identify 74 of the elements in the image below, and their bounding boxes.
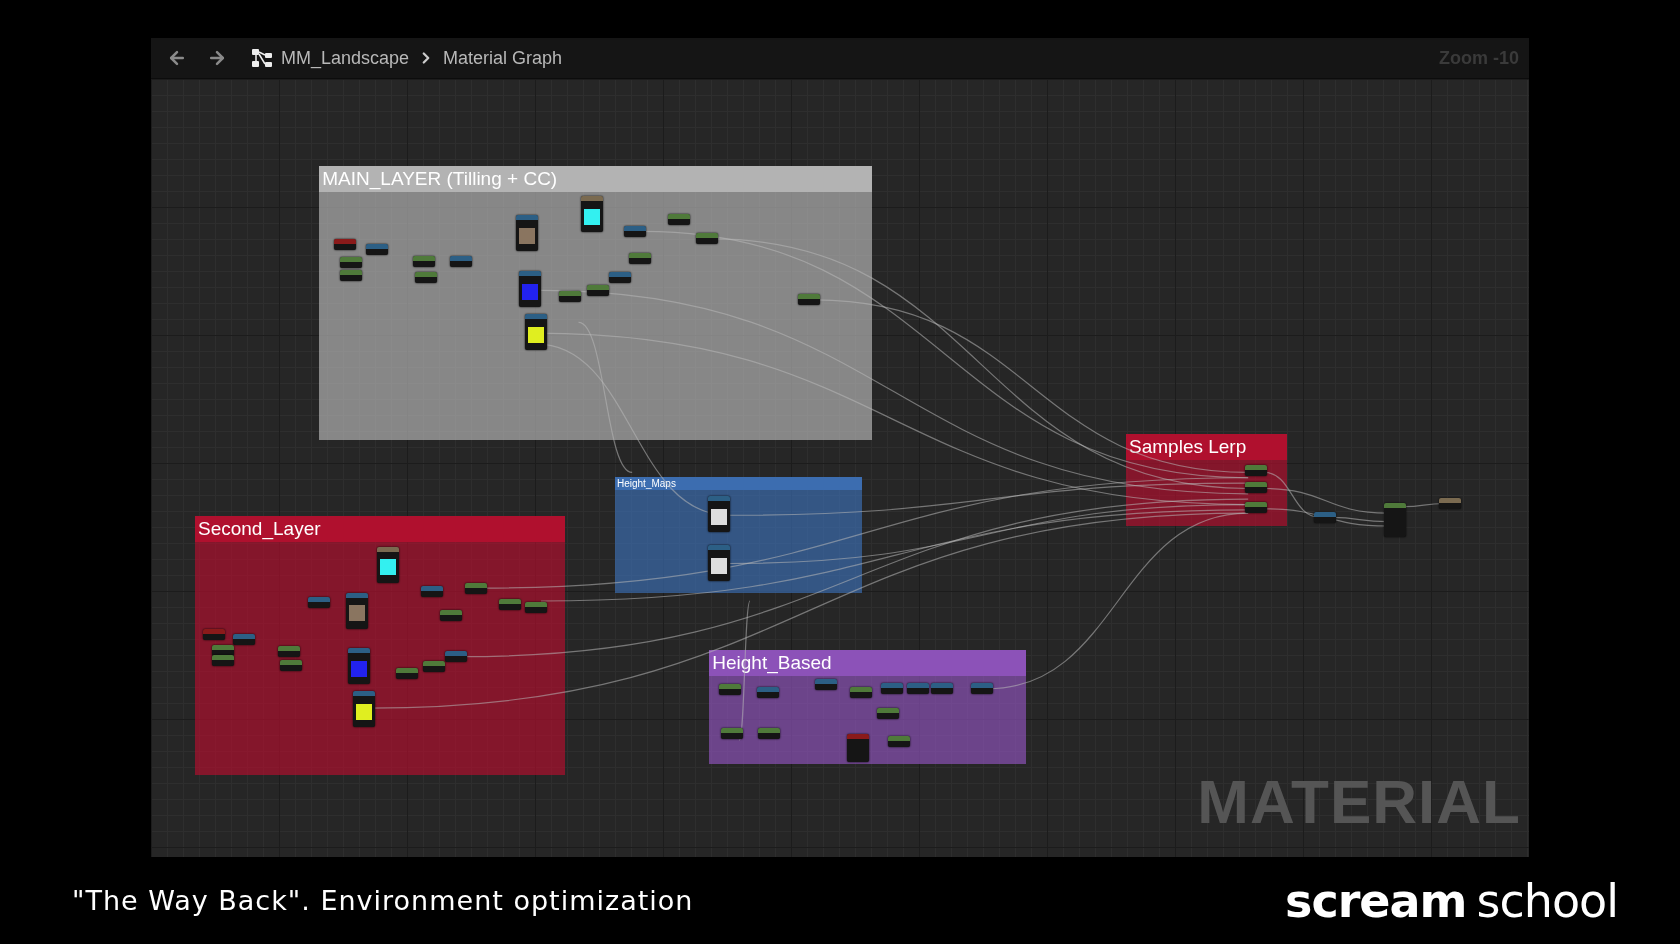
graph-node[interactable] — [1314, 511, 1337, 523]
comment-header[interactable]: Height_Maps — [614, 476, 863, 490]
left-arrow-icon — [167, 48, 187, 68]
graph-node[interactable] — [609, 271, 632, 283]
graph-node[interactable] — [449, 255, 472, 267]
graph-node[interactable] — [499, 598, 521, 610]
graph-node[interactable] — [1438, 498, 1461, 509]
comment-header[interactable]: Second_Layer — [195, 516, 565, 543]
graph-node[interactable] — [278, 645, 301, 657]
graph-node[interactable] — [340, 269, 363, 281]
graph-node[interactable] — [707, 545, 730, 582]
graph-node[interactable] — [850, 686, 873, 698]
graph-node[interactable] — [971, 683, 994, 695]
graph-node[interactable] — [881, 683, 904, 695]
graph-node[interactable] — [815, 679, 838, 691]
breadcrumb-link[interactable]: Material Graph — [443, 47, 563, 69]
graph-node[interactable] — [334, 238, 356, 250]
graph-node[interactable] — [516, 215, 539, 252]
graph-node[interactable] — [758, 728, 781, 740]
right-arrow-icon — [207, 48, 227, 68]
graph-node[interactable] — [445, 651, 468, 663]
graph-node[interactable] — [415, 271, 438, 283]
graph-type-label: MATERIAL — [1197, 766, 1521, 837]
comment-box[interactable]: Samples Lerp — [1126, 433, 1287, 526]
graph-node[interactable] — [696, 233, 719, 245]
graph-node[interactable] — [280, 659, 303, 671]
graph-node[interactable] — [847, 733, 870, 762]
comment-box[interactable]: Height_Maps — [614, 476, 863, 594]
graph-node[interactable] — [907, 683, 930, 695]
graph-node[interactable] — [376, 546, 399, 583]
graph-node[interactable] — [396, 668, 419, 680]
graph-node[interactable] — [586, 284, 609, 296]
graph-node[interactable] — [519, 271, 542, 308]
graph-node[interactable] — [668, 214, 691, 226]
graph-node[interactable] — [422, 660, 445, 672]
graph-node[interactable] — [345, 592, 368, 629]
graph-node[interactable] — [440, 610, 463, 622]
comment-box[interactable]: Height_Based — [709, 650, 1027, 764]
graph-node[interactable] — [1244, 464, 1267, 476]
graph-node[interactable] — [524, 601, 547, 613]
graph-node[interactable] — [581, 196, 604, 233]
graph-node[interactable] — [353, 691, 376, 728]
graph-node[interactable] — [887, 735, 910, 747]
graph-node[interactable] — [366, 244, 389, 256]
graph-node[interactable] — [1244, 481, 1267, 493]
graph-node[interactable] — [308, 596, 331, 608]
graph-node[interactable] — [1244, 502, 1267, 514]
graph-node[interactable] — [757, 686, 780, 698]
comment-box[interactable]: Second_Layer — [195, 516, 565, 775]
graph-node[interactable] — [233, 634, 256, 646]
graph-node[interactable] — [524, 314, 547, 351]
school-logo: scream school — [1285, 873, 1618, 928]
graph-node[interactable] — [420, 585, 443, 597]
graph-node[interactable] — [464, 582, 487, 594]
graph-node[interactable] — [211, 655, 234, 667]
graph-node[interactable] — [340, 256, 363, 268]
graph-node[interactable] — [624, 225, 647, 237]
graph-node[interactable] — [930, 683, 953, 695]
graph-node[interactable] — [707, 496, 730, 533]
breadcrumb-link[interactable]: MM_Landscape — [281, 47, 410, 69]
graph-node[interactable] — [347, 648, 370, 685]
graph-node[interactable] — [720, 728, 743, 740]
graph-node[interactable] — [797, 294, 820, 306]
graph-node[interactable] — [413, 255, 436, 267]
graph-node[interactable] — [718, 684, 741, 696]
comment-header[interactable]: Height_Based — [709, 650, 1027, 677]
node-graph-icon — [251, 48, 273, 68]
graph-node[interactable] — [1383, 502, 1406, 537]
graph-node[interactable] — [559, 291, 581, 303]
graph-node[interactable] — [203, 628, 226, 640]
graph-node[interactable] — [628, 252, 651, 264]
graph-node[interactable] — [877, 707, 900, 719]
comment-header[interactable]: Samples Lerp — [1126, 433, 1287, 460]
slide-caption: "The Way Back". Environment optimization — [72, 885, 694, 916]
